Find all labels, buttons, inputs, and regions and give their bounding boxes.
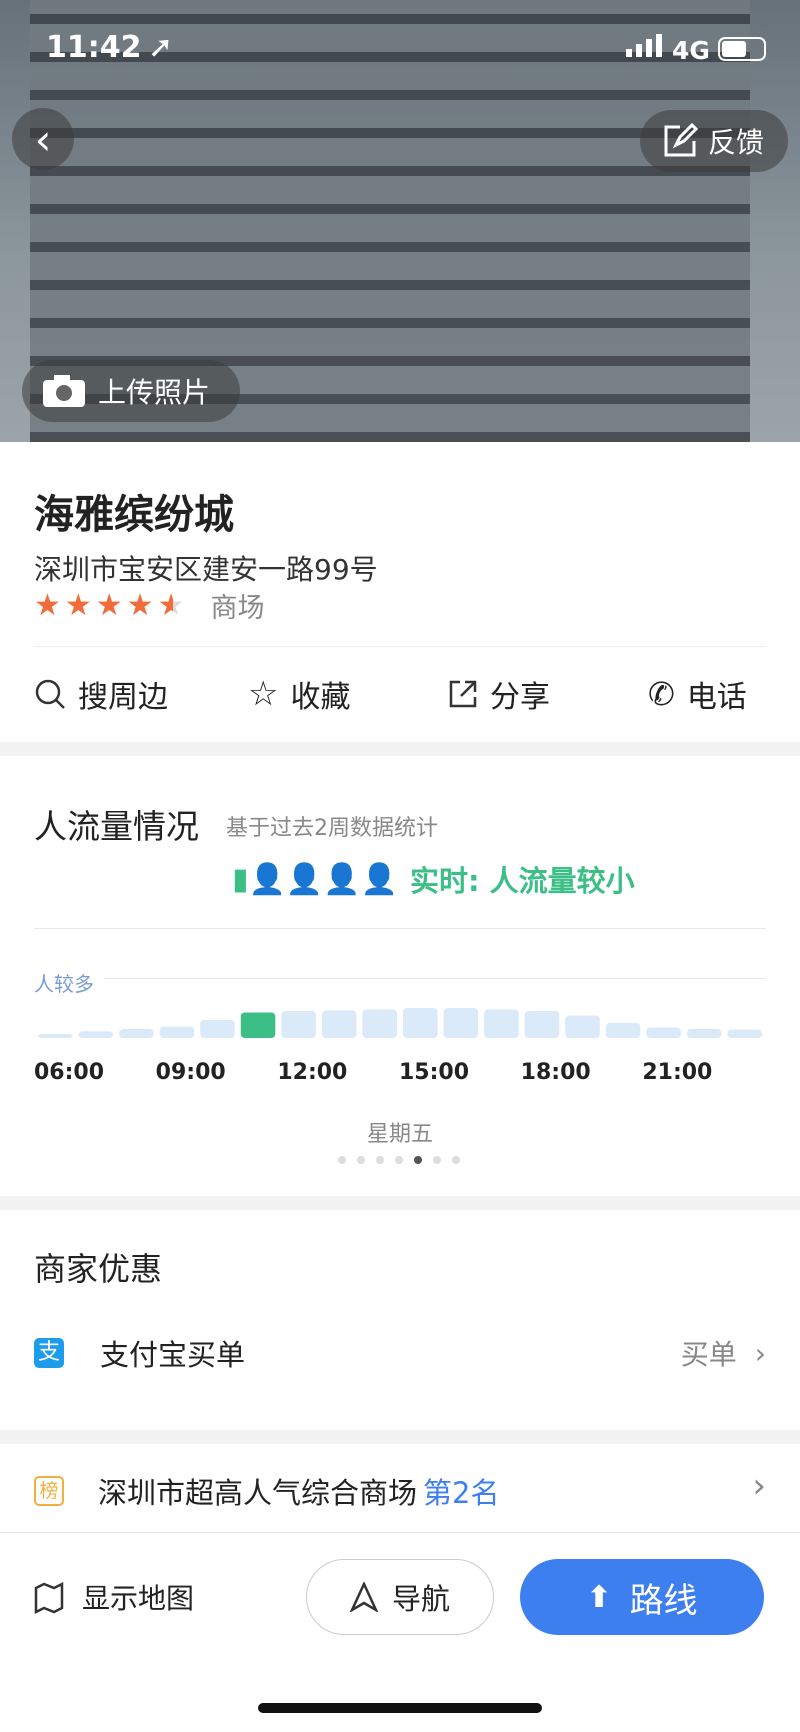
home-indicator — [258, 1703, 542, 1713]
time-tick: 21:00 — [642, 1060, 713, 1085]
place-name: 海雅缤纷城 — [34, 492, 234, 538]
traffic-bar — [200, 1020, 235, 1038]
rating: ★★★★★ 商场 — [34, 586, 264, 625]
crowd-icon: ▮👤👤👤👤 — [232, 861, 398, 897]
pager-dot[interactable] — [357, 1156, 365, 1164]
busy-line — [104, 978, 766, 979]
battery-icon — [718, 37, 766, 61]
navigate-label: 导航 — [391, 1582, 450, 1616]
signal-icon — [626, 34, 662, 57]
phone-icon: ✆ — [648, 675, 675, 713]
pager-dot[interactable] — [376, 1156, 384, 1164]
phone-button[interactable]: ✆ 电话 — [648, 672, 747, 716]
traffic-bar — [159, 1026, 195, 1038]
traffic-bars — [38, 1008, 762, 1038]
bottom-bar: 显示地图 导航 ⬆ 路线 — [0, 1532, 800, 1732]
rank-value: 第2名 — [423, 1476, 500, 1510]
realtime-label: 实时: 人流量较小 — [409, 864, 635, 898]
map-icon — [34, 1581, 64, 1614]
time-tick: 18:00 — [520, 1060, 591, 1085]
nearby-label: 搜周边 — [78, 680, 168, 715]
show-map-label: 显示地图 — [82, 1582, 195, 1615]
network-label: 4G — [672, 36, 710, 65]
back-arrow-icon: ‹ — [34, 114, 52, 164]
status-time: 11:42 — [46, 30, 142, 65]
edit-icon — [664, 123, 699, 157]
location-arrow-icon: ➚ — [148, 30, 174, 65]
alipay-label: 支付宝买单 — [100, 1338, 246, 1372]
rank-row[interactable]: 榜 深圳市超高人气综合商场 第2名 › — [0, 1444, 800, 1532]
divider — [34, 928, 766, 929]
chevron-right-icon: › — [754, 1336, 766, 1370]
search-nearby-button[interactable]: 搜周边 — [34, 672, 168, 716]
time-tick: 12:00 — [277, 1060, 348, 1085]
alipay-icon: 支 — [34, 1338, 64, 1368]
day-pager[interactable] — [338, 1156, 460, 1164]
place-address[interactable]: 深圳市宝安区建安一路99号 — [34, 548, 378, 588]
time-tick: 15:00 — [399, 1060, 470, 1085]
share-label: 分享 — [490, 680, 550, 715]
place-card: 海雅缤纷城 深圳市宝安区建安一路99号 ★★★★★ 商场 搜周边 ☆ 收藏 分享 … — [0, 442, 800, 742]
traffic-bar — [38, 1034, 73, 1038]
deals-card: 商家优惠 支 支付宝买单 买单 › — [0, 1210, 800, 1430]
favorite-label: 收藏 — [290, 680, 351, 715]
traffic-bar — [484, 1009, 519, 1038]
traffic-bar — [727, 1029, 762, 1038]
traffic-subtitle: 基于过去2周数据统计 — [226, 816, 438, 841]
traffic-title: 人流量情况 — [34, 807, 199, 846]
divider — [34, 646, 766, 647]
alipay-action: 买单 — [680, 1338, 737, 1371]
traffic-bar — [443, 1008, 479, 1038]
route-arrow-icon: ⬆ — [586, 1579, 612, 1615]
place-category: 商场 — [210, 593, 265, 624]
pager-dot[interactable] — [338, 1156, 346, 1164]
phone-label: 电话 — [686, 680, 747, 715]
alipay-row[interactable]: 支 支付宝买单 买单 › — [34, 1332, 766, 1374]
show-map-button[interactable]: 显示地图 — [34, 1577, 194, 1617]
traffic-bar — [321, 1010, 357, 1038]
navigation-arrow-icon — [349, 1582, 378, 1612]
traffic-bar — [686, 1029, 722, 1038]
share-button[interactable]: 分享 — [448, 672, 550, 716]
time-tick: 06:00 — [34, 1060, 105, 1085]
traffic-bar — [565, 1015, 600, 1038]
share-icon — [449, 680, 477, 708]
day-label: 星期五 — [366, 1122, 433, 1147]
pager-dot[interactable] — [414, 1156, 422, 1164]
chevron-right-icon: › — [752, 1466, 766, 1506]
hero-photo: 11:42 ➚ 4G ‹ 反馈 上传照片 — [0, 0, 800, 442]
traffic-bar — [119, 1029, 154, 1038]
traffic-card: 人流量情况 基于过去2周数据统计 ▮👤👤👤👤 实时: 人流量较小 人较多 06:0… — [0, 756, 800, 1196]
traffic-bar — [605, 1023, 641, 1038]
traffic-bar — [281, 1011, 316, 1038]
time-tick: 09:00 — [155, 1060, 226, 1085]
traffic-bar — [646, 1027, 681, 1038]
camera-icon — [43, 375, 85, 407]
realtime-status: ▮👤👤👤👤 实时: 人流量较小 — [232, 858, 635, 900]
deals-title: 商家优惠 — [34, 1250, 163, 1288]
traffic-bar — [403, 1008, 438, 1038]
pager-dot[interactable] — [395, 1156, 403, 1164]
navigate-button[interactable]: 导航 — [306, 1559, 494, 1635]
traffic-bar — [240, 1012, 276, 1038]
rank-text: 深圳市超高人气综合商场 — [98, 1476, 418, 1510]
star-icon: ☆ — [248, 674, 279, 714]
favorite-button[interactable]: ☆ 收藏 — [248, 672, 350, 716]
pager-dot[interactable] — [452, 1156, 460, 1164]
back-button[interactable]: ‹ — [12, 108, 74, 170]
route-button[interactable]: ⬆ 路线 — [520, 1559, 764, 1635]
rating-stars-icon: ★★★★★ — [34, 588, 189, 623]
search-icon — [35, 679, 65, 709]
traffic-bar — [524, 1011, 560, 1038]
upload-photo-button[interactable]: 上传照片 — [22, 360, 240, 422]
traffic-bar — [78, 1031, 114, 1038]
rank-badge-icon: 榜 — [34, 1476, 64, 1506]
traffic-bar — [362, 1009, 397, 1038]
route-label: 路线 — [629, 1580, 698, 1621]
upload-label: 上传照片 — [98, 376, 211, 409]
feedback-label: 反馈 — [708, 126, 765, 159]
pager-dot[interactable] — [433, 1156, 441, 1164]
time-axis: 06:00 09:00 12:00 15:00 18:00 21:00 — [34, 1060, 764, 1090]
feedback-button[interactable]: 反馈 — [640, 110, 788, 172]
